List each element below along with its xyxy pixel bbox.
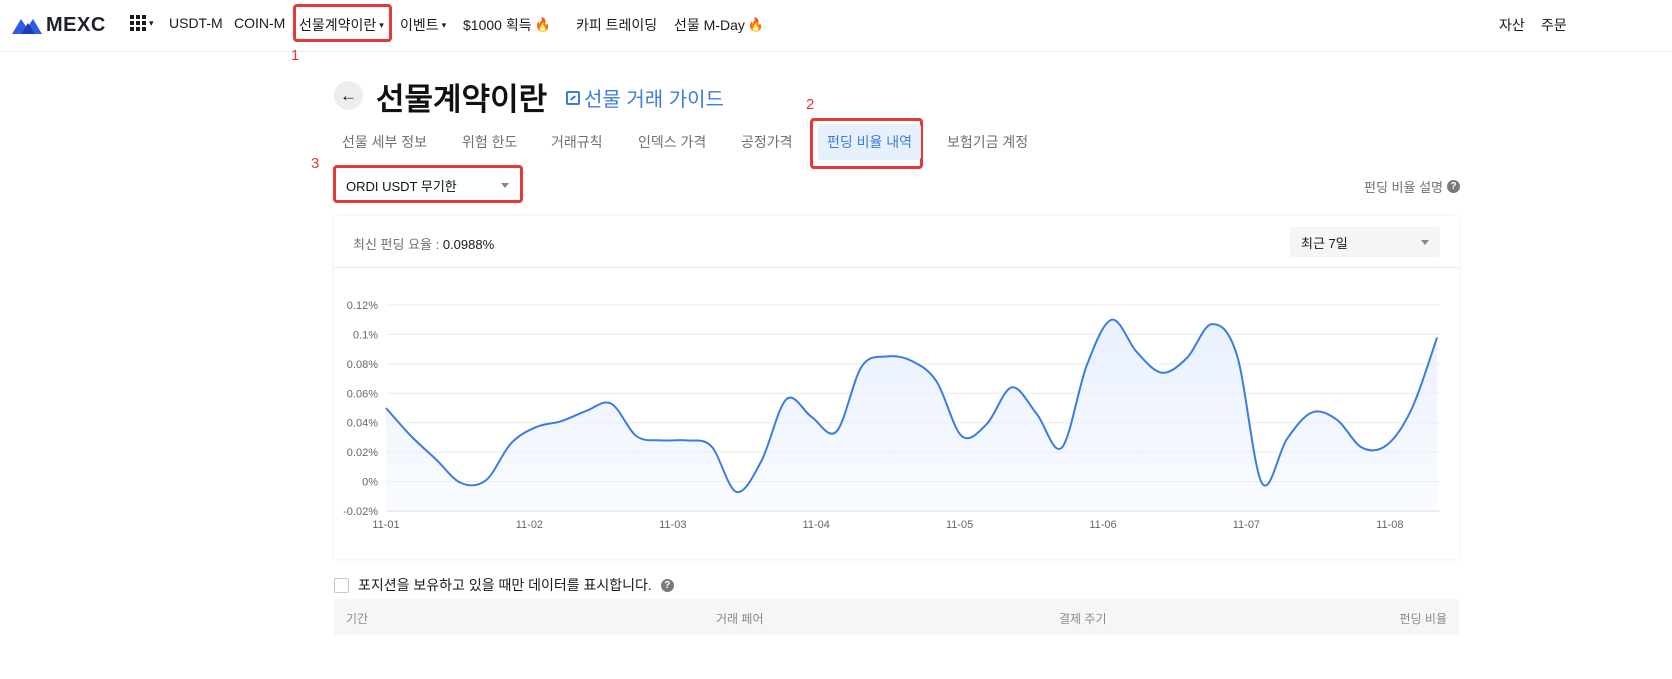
nav-events[interactable]: 이벤트 ▾ xyxy=(400,15,446,35)
positions-only-label: 포지션을 보유하고 있을 때만 데이터를 표시합니다. xyxy=(358,577,652,593)
annotation-number-2: 2 xyxy=(806,96,815,113)
annotation-number-1: 1 xyxy=(291,47,300,64)
x-tick-label: 11-01 xyxy=(372,519,399,531)
logo-text: MEXC xyxy=(46,13,106,36)
x-tick-label: 11-07 xyxy=(1233,519,1260,531)
latest-funding-rate-value: 0.0988% xyxy=(442,237,495,252)
nav-futures-info-label: 선물계약이란 xyxy=(299,17,377,33)
nav-m-day-label: 선물 M-Day xyxy=(674,17,745,33)
x-tick-label: 11-04 xyxy=(803,519,830,531)
period-select[interactable]: 최근 7일 xyxy=(1290,227,1440,257)
tab-funding-rate-history[interactable]: 펀딩 비율 내역 xyxy=(818,124,922,160)
caret-down-icon: ▾ xyxy=(441,19,447,30)
nav-usdt-m[interactable]: USDT-M xyxy=(169,15,223,31)
futures-guide-label: 선물 거래 가이드 xyxy=(584,89,724,111)
column-header-settlement-cycle: 결제 주기 xyxy=(1059,612,1107,626)
y-tick-label: -0.02% xyxy=(343,506,378,518)
y-tick-label: 0.02% xyxy=(347,447,378,459)
period-select-value: 최근 7일 xyxy=(1301,235,1348,251)
contract-select-value: ORDI USDT 무기한 xyxy=(346,178,457,194)
nav-earn-1000-label: $1000 획득 xyxy=(463,17,532,33)
annotation-number-3: 3 xyxy=(311,155,320,172)
help-icon[interactable]: ? xyxy=(660,578,674,592)
tab-index-price[interactable]: 인덱스 가격 xyxy=(638,124,706,160)
positions-only-checkbox[interactable] xyxy=(334,577,349,593)
nav-copy-trading[interactable]: 카피 트레이딩 xyxy=(576,15,657,35)
y-tick-label: 0.08% xyxy=(347,359,378,371)
arrow-left-icon: ← xyxy=(340,85,357,105)
nav-copy-trading-label: 카피 트레이딩 xyxy=(576,17,658,33)
latest-funding-rate-label: 최신 펀딩 요율 : xyxy=(353,237,443,252)
y-tick-label: 0.04% xyxy=(347,418,378,430)
x-tick-label: 11-08 xyxy=(1376,519,1403,531)
nav-orders[interactable]: 주문 xyxy=(1541,15,1567,35)
nav-events-label: 이벤트 xyxy=(400,17,439,33)
y-tick-label: 0.1% xyxy=(353,329,378,341)
fire-icon: 🔥 xyxy=(747,17,765,32)
futures-guide-link[interactable]: 선물 거래 가이드 xyxy=(566,83,724,112)
caret-down-icon xyxy=(1421,239,1429,245)
funding-rate-explanation-label: 펀딩 비율 설명 xyxy=(1364,180,1443,195)
series-area xyxy=(386,319,1438,511)
y-tick-label: 0.12% xyxy=(347,300,378,312)
x-tick-label: 11-05 xyxy=(946,519,973,531)
tab-insurance-fund[interactable]: 보험기금 계정 xyxy=(947,124,1028,160)
nav-coin-m[interactable]: COIN-M xyxy=(234,15,285,31)
grid-icon xyxy=(130,15,146,31)
page-title: 선물계약이란 xyxy=(376,82,548,117)
mexc-logo-icon xyxy=(12,19,42,34)
x-tick-label: 11-06 xyxy=(1089,519,1116,531)
tab-futures-details[interactable]: 선물 세부 정보 xyxy=(342,124,427,160)
column-header-funding-rate: 펀딩 비율 xyxy=(1399,612,1448,626)
caret-down-icon: ▾ xyxy=(379,19,384,30)
external-link-icon xyxy=(566,90,580,105)
nav-coin-m-label: COIN-M xyxy=(234,15,286,31)
apps-menu-button[interactable]: ▾ xyxy=(130,15,154,31)
nav-earn-1000[interactable]: $1000 획득 🔥 xyxy=(463,15,551,35)
y-tick-label: 0.06% xyxy=(347,388,378,400)
mexc-logo[interactable]: MEXC xyxy=(12,13,106,37)
help-icon: ? xyxy=(1447,180,1460,193)
nav-m-day[interactable]: 선물 M-Day 🔥 xyxy=(674,15,764,35)
funding-rate-chart: 0.12%0.1%0.08%0.06%0.04%0.02%0%-0.02%11-… xyxy=(343,300,1440,531)
contract-select[interactable]: ORDI USDT 무기한 xyxy=(336,170,519,200)
x-tick-label: 11-03 xyxy=(659,519,686,531)
funding-rate-chart-card: 최신 펀딩 요율 : 0.0988% 최근 7일 0.12% 0.1% 0.08% 0… xyxy=(334,216,1459,559)
caret-down-icon: ▾ xyxy=(149,17,154,28)
column-header-pair: 거래 페어 xyxy=(716,612,764,626)
nav-usdt-m-label: USDT-M xyxy=(169,15,223,31)
nav-futures-info[interactable]: 선물계약이란 ▾ xyxy=(299,15,384,35)
chart-card-header: 최신 펀딩 요율 : 0.0988% 최근 7일 xyxy=(334,216,1459,268)
fire-icon: 🔥 xyxy=(534,17,551,32)
tab-fair-price[interactable]: 공정가격 xyxy=(741,124,793,160)
x-tick-label: 11-02 xyxy=(516,519,543,531)
latest-funding-rate: 최신 펀딩 요율 : 0.0988% xyxy=(353,234,494,253)
column-header-period: 기간 xyxy=(346,612,369,626)
nav-assets[interactable]: 자산 xyxy=(1499,15,1525,35)
positions-only-filter: 포지션을 보유하고 있을 때만 데이터를 표시합니다. ? xyxy=(334,575,674,595)
y-tick-label: 0% xyxy=(362,477,378,489)
tab-risk-limit[interactable]: 위험 한도 xyxy=(462,124,517,160)
back-button[interactable]: ← xyxy=(334,81,363,110)
funding-history-table-header: 기간 거래 페어 결제 주기 펀딩 비율 xyxy=(334,599,1459,635)
top-nav: MEXC ▾ USDT-M COIN-M 선물계약이란 ▾ 이벤트 ▾ $100… xyxy=(0,0,1672,52)
caret-down-icon xyxy=(501,182,509,188)
funding-rate-explanation-link[interactable]: 펀딩 비율 설명 ? xyxy=(1364,177,1460,196)
tab-trading-rules[interactable]: 거래규칙 xyxy=(551,124,603,160)
